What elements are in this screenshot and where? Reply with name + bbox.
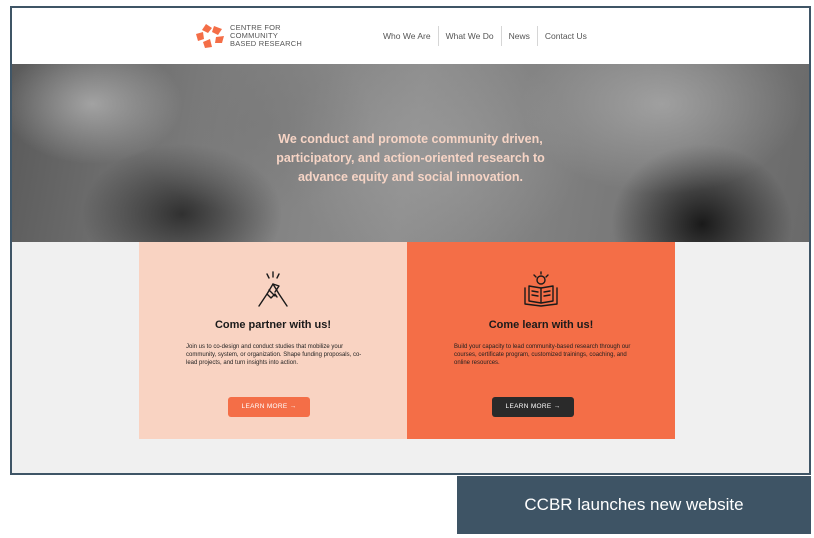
handshake-icon <box>258 271 288 307</box>
partner-learn-more-button[interactable]: LEARN MORE → <box>228 397 310 417</box>
book-lightbulb-icon <box>524 271 558 307</box>
site-logo[interactable]: CENTRE FOR COMMUNITY BASED RESEARCH <box>194 22 302 50</box>
hero-line: advance equity and social innovation. <box>297 170 524 184</box>
hero-banner: We conduct and promote community driven,… <box>12 64 809 242</box>
nav-who-we-are[interactable]: Who We Are <box>376 26 439 46</box>
hero-headline: We conduct and promote community driven,… <box>12 130 809 187</box>
nav-what-we-do[interactable]: What We Do <box>439 26 502 46</box>
hero-line: participatory, and action-oriented resea… <box>276 151 545 165</box>
site-header: CENTRE FOR COMMUNITY BASED RESEARCH Who … <box>12 8 809 64</box>
learn-card-body: Build your capacity to lead community-ba… <box>454 344 631 366</box>
nav-contact-us[interactable]: Contact Us <box>538 26 594 46</box>
learn-card-title: Come learn with us! <box>488 319 594 331</box>
nav-news[interactable]: News <box>502 26 538 46</box>
partner-card-title: Come partner with us! <box>214 319 332 331</box>
partner-card: Come partner with us! Join us to co-desi… <box>139 242 407 439</box>
partner-card-body: Join us to co-design and conduct studies… <box>186 344 362 366</box>
website-screenshot-frame: CENTRE FOR COMMUNITY BASED RESEARCH Who … <box>10 6 811 475</box>
ccbr-logo-icon <box>196 24 224 48</box>
learn-learn-more-button[interactable]: LEARN MORE → <box>492 397 574 417</box>
main-nav: Who We Are What We Do News Contact Us <box>376 26 594 46</box>
news-caption: CCBR launches new website <box>457 476 811 534</box>
logo-line: BASED RESEARCH <box>230 39 302 48</box>
learn-card: Come learn with us! Build your capacity … <box>407 242 675 439</box>
logo-text: CENTRE FOR COMMUNITY BASED RESEARCH <box>230 24 302 48</box>
hero-line: We conduct and promote community driven, <box>278 132 543 146</box>
